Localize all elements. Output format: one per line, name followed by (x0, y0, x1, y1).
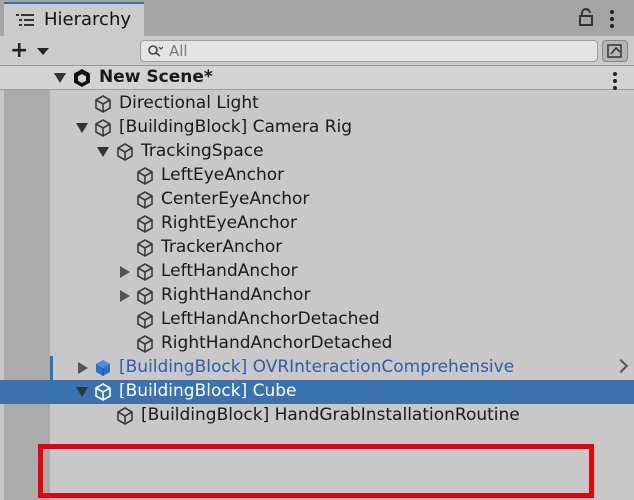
hierarchy-item-row[interactable]: RightHandAnchorDetached (0, 332, 634, 356)
hierarchy-item-row[interactable]: TrackingSpace (0, 140, 634, 164)
hierarchy-item-label: CenterEyeAnchor (161, 189, 310, 209)
hierarchy-item-row[interactable]: RightHandAnchor (0, 284, 634, 308)
search-input[interactable]: All (140, 40, 598, 62)
hierarchy-tree: New Scene* Directional Light [BuildingBlo… (0, 66, 634, 500)
hierarchy-item-row[interactable]: LeftHandAnchorDetached (0, 308, 634, 332)
hierarchy-item-row[interactable]: Directional Light (0, 92, 634, 116)
hierarchy-toolbar: + All (0, 36, 634, 66)
gameobject-cube-icon (137, 215, 153, 233)
add-object-button[interactable]: + (10, 40, 28, 62)
scene-visibility-icon (607, 44, 622, 58)
tab-title: Hierarchy (44, 9, 132, 30)
expand-arrow-right-icon[interactable] (78, 362, 88, 374)
hierarchy-tab[interactable]: Hierarchy (4, 2, 144, 36)
hierarchy-item-label: RightEyeAnchor (161, 213, 297, 233)
gameobject-cube-icon (137, 311, 153, 329)
gameobject-cube-icon (95, 383, 111, 401)
hierarchy-item-row[interactable]: [BuildingBlock] Camera Rig (0, 116, 634, 140)
gameobject-cube-icon (137, 287, 153, 305)
expand-arrow-right-icon[interactable] (120, 266, 130, 278)
hierarchy-item-row[interactable]: RightEyeAnchor (0, 212, 634, 236)
gameobject-cube-icon (95, 119, 111, 137)
hierarchy-item-row[interactable]: [BuildingBlock] HandGrabInstallationRout… (0, 404, 634, 428)
hierarchy-item-label: RightHandAnchorDetached (161, 333, 393, 353)
lock-icon[interactable] (578, 8, 594, 26)
chevron-right-icon[interactable] (613, 358, 629, 374)
hierarchy-item-label: TrackerAnchor (161, 237, 283, 257)
hierarchy-item-label: RightHandAnchor (161, 285, 311, 305)
hierarchy-item-row[interactable]: [BuildingBlock] Cube (0, 380, 634, 404)
search-icon (148, 45, 163, 57)
expand-arrow-down-icon[interactable] (97, 147, 109, 157)
hierarchy-item-label: [BuildingBlock] Camera Rig (119, 117, 353, 137)
scene-visibility-button[interactable] (602, 40, 628, 62)
prefab-cube-icon (96, 360, 110, 376)
scene-menu-icon[interactable] (613, 72, 617, 93)
hierarchy-item-label: LeftHandAnchorDetached (161, 309, 380, 329)
hierarchy-item-label: TrackingSpace (141, 141, 264, 161)
hierarchy-item-row[interactable]: LeftHandAnchor (0, 260, 634, 284)
unity-scene-icon (74, 69, 90, 87)
gameobject-cube-icon (137, 239, 153, 257)
gameobject-cube-icon (117, 407, 133, 425)
hierarchy-item-row[interactable]: LeftEyeAnchor (0, 164, 634, 188)
hierarchy-item-label: [BuildingBlock] HandGrabInstallationRout… (141, 405, 520, 425)
window-tab-bar: Hierarchy (0, 0, 634, 36)
gameobject-cube-icon (117, 143, 133, 161)
expand-arrow-down-icon[interactable] (76, 387, 88, 397)
hierarchy-item-row[interactable]: [BuildingBlock] OVRInteractionComprehens… (0, 356, 634, 380)
hierarchy-item-label: [BuildingBlock] OVRInteractionComprehens… (119, 357, 515, 377)
expand-arrow-down-icon[interactable] (76, 123, 88, 133)
highlight-annotation-box (38, 444, 594, 498)
search-placeholder: All (169, 42, 188, 60)
tab-menu-icon[interactable] (610, 10, 614, 31)
hierarchy-item-row[interactable]: CenterEyeAnchor (0, 188, 634, 212)
scene-name: New Scene* (99, 67, 213, 87)
expand-arrow-right-icon[interactable] (120, 290, 130, 302)
hierarchy-list-icon (16, 14, 34, 26)
hierarchy-item-label: LeftHandAnchor (161, 261, 298, 281)
gameobject-cube-icon (137, 191, 153, 209)
gameobject-cube-icon (137, 167, 153, 185)
gameobject-cube-icon (137, 335, 153, 353)
chevron-down-icon[interactable] (37, 48, 49, 55)
scene-row[interactable]: New Scene* (0, 66, 634, 90)
hierarchy-item-label: LeftEyeAnchor (161, 165, 285, 185)
hierarchy-item-label: Directional Light (119, 93, 259, 113)
prefab-override-marker (50, 356, 53, 380)
gameobject-cube-icon (137, 263, 153, 281)
hierarchy-item-label: [BuildingBlock] Cube (119, 381, 297, 401)
hierarchy-item-row[interactable]: TrackerAnchor (0, 236, 634, 260)
gameobject-cube-icon (95, 95, 111, 113)
expand-arrow-icon[interactable] (54, 73, 66, 83)
